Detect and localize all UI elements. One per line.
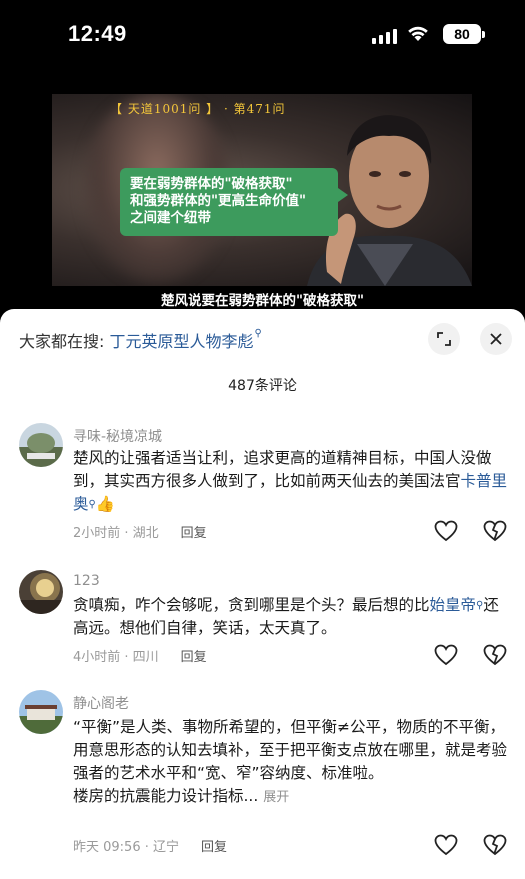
comment-body: 楚风的让强者适当让利，追求更高的道精神目标，中国人没做到，其实西方很多人做到了，… [73,449,492,490]
comment-time-location: 昨天 09:56 · 辽宁 [73,840,179,855]
thumbs-up-emoji: 👍 [95,495,116,513]
search-icon: ⚲ [254,328,262,339]
search-prefix: 大家都在搜: [19,332,110,351]
comment-meta: 昨天 09:56 · 辽宁 回复 [73,836,227,855]
video-subtitle: 楚风说要在弱势群体的"破格获取" [160,293,365,309]
heart-icon[interactable] [434,644,458,666]
broken-heart-icon[interactable] [483,834,507,856]
comment-body-cont: 楼房的抗震能力设计指标... [73,787,259,805]
avatar[interactable] [19,570,63,614]
avatar[interactable] [19,690,63,734]
search-keyword-link[interactable]: 丁元英原型人物李彪 [109,332,253,351]
reply-button[interactable]: 回复 [181,650,207,665]
comment-sheet: 大家都在搜: 丁元英原型人物李彪⚲ 487条评论 寻味-秘境凉城 楚风的让强者适… [0,309,525,879]
quote-line: 和强势群体的"更高生命价值" [130,193,307,209]
search-icon: ⚲ [88,499,96,510]
comment-link[interactable]: 始皇帝 [430,596,477,614]
comment-author[interactable]: 静心阁老 [73,693,129,713]
comment-body: 贪嗔痴，咋个会够呢，贪到哪里是个头？最后想的比 [73,596,430,614]
series-label: 【 天道1001问 】 · 第471问 [110,102,286,116]
reply-button[interactable]: 回复 [201,840,227,855]
expand-text-button[interactable]: 展开 [263,790,289,805]
heart-icon[interactable] [434,520,458,542]
comment-meta: 4小时前 · 四川 回复 [73,646,207,665]
video-frame: 【 天道1001问 】 · 第471问 要在弱势群体的"破格获取" 和强势群体的… [52,94,472,286]
reply-button[interactable]: 回复 [181,526,207,541]
comment-text: 贪嗔痴，咋个会够呢，贪到哪里是个头？最后想的比始皇帝⚲还高远。想他们自律，笑话，… [73,594,513,640]
expand-button[interactable] [428,323,460,355]
comment-text: “平衡”是人类、事物所希望的，但平衡≠公平，物质的不平衡，用意思形态的认知去填补… [73,716,513,809]
comment-time-location: 4小时前 · 四川 [73,650,159,665]
quote-line: 之间建个纽带 [130,210,211,226]
video-player[interactable]: 【 天道1001问 】 · 第471问 要在弱势群体的"破格获取" 和强势群体的… [0,68,525,313]
comment-count: 487条评论 [228,378,297,394]
status-bar: 12:49 80 [0,0,525,68]
comment-text: 楚风的让强者适当让利，追求更高的道精神目标，中国人没做到，其实西方很多人做到了，… [73,447,513,516]
quote-bubble: 要在弱势群体的"破格获取" 和强势群体的"更高生命价值" 之间建个纽带 [120,168,348,236]
comment-meta: 2小时前 · 湖北 回复 [73,522,207,541]
broken-heart-icon[interactable] [483,644,507,666]
avatar[interactable] [19,423,63,467]
trending-search[interactable]: 大家都在搜: 丁元英原型人物李彪⚲ [19,328,262,352]
comment-item: 123 贪嗔痴，咋个会够呢，贪到哪里是个头？最后想的比始皇帝⚲还高远。想他们自律… [0,570,525,670]
close-button[interactable] [480,323,512,355]
close-icon [490,333,502,345]
comment-author[interactable]: 123 [73,573,100,589]
comment-body: “平衡”是人类、事物所希望的，但平衡≠公平，物质的不平衡，用意思形态的认知去填补… [73,718,508,782]
comment-item: 寻味-秘境凉城 楚风的让强者适当让利，追求更高的道精神目标，中国人没做到，其实西… [0,423,525,553]
broken-heart-icon[interactable] [483,520,507,542]
comment-time-location: 2小时前 · 湖北 [73,526,159,541]
wifi-icon [408,26,428,41]
status-time: 12:49 [68,21,127,46]
comment-author[interactable]: 寻味-秘境凉城 [73,426,162,446]
heart-icon[interactable] [434,834,458,856]
battery-indicator: 80 [443,24,485,44]
comment-item: 静心阁老 “平衡”是人类、事物所希望的，但平衡≠公平，物质的不平衡，用意思形态的… [0,690,525,860]
expand-icon [437,332,451,346]
quote-line: 要在弱势群体的"破格获取" [130,176,293,192]
cellular-signal-icon [372,28,397,44]
